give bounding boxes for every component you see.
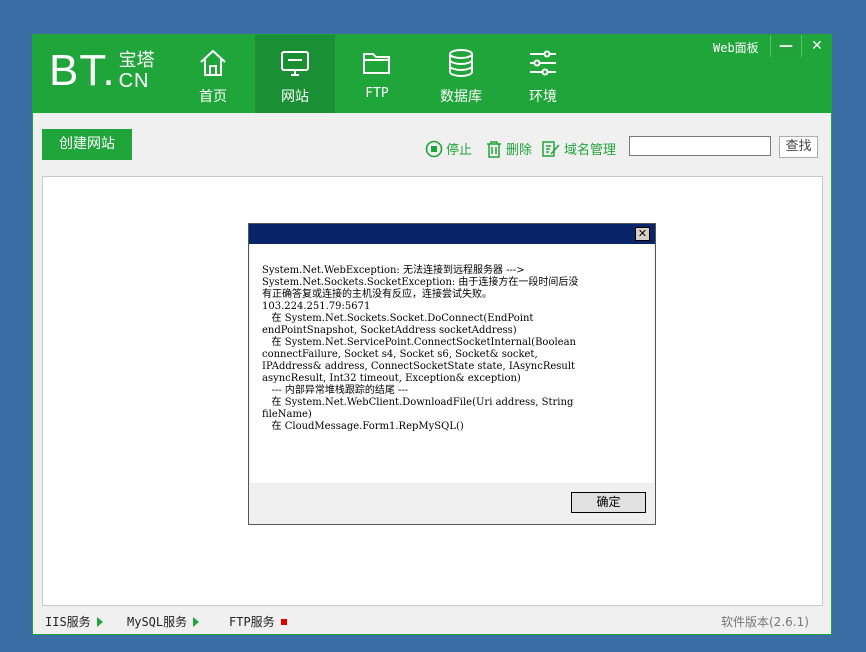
nav-website-label: 网站 (281, 89, 309, 105)
dialog-body: System.Net.WebException: 无法连接到远程服务器 --->… (250, 244, 654, 483)
nav-environment[interactable]: 环境 (503, 35, 583, 113)
stopped-icon (280, 618, 287, 625)
nav-database[interactable]: 数据库 (421, 35, 501, 113)
logo-cn-top: 宝塔 (118, 50, 155, 71)
ftp-service-status[interactable]: FTP服务 (229, 613, 287, 630)
close-button[interactable]: ✕ (801, 35, 832, 57)
stop-button[interactable]: 停止 (425, 139, 472, 158)
iis-service-status[interactable]: IIS服务 (45, 613, 103, 630)
software-version: 软件版本(2.6.1) (721, 615, 809, 629)
stop-icon (425, 140, 443, 157)
nav-ftp-label: FTP (365, 86, 389, 101)
dialog-close-button[interactable]: ✕ (635, 227, 650, 241)
nav-environment-label: 环境 (529, 89, 557, 105)
nav-home-label: 首页 (199, 89, 227, 105)
stop-label: 停止 (446, 143, 473, 158)
running-icon (96, 616, 103, 627)
bt-logo: BT. 宝塔 CN (49, 49, 155, 93)
create-site-button[interactable]: 创建网站 (42, 129, 132, 160)
nav-website[interactable]: 网站 (255, 35, 335, 113)
edit-document-icon (542, 140, 560, 157)
monitor-icon (281, 51, 309, 76)
ftp-service-label: FTP服务 (229, 615, 275, 629)
logo-bt-text: BT. (49, 46, 116, 95)
minimize-button[interactable]: — (770, 35, 801, 57)
domain-manage-button[interactable]: 域名管理 (541, 139, 616, 158)
web-panel-link[interactable]: Web面板 (713, 39, 759, 56)
iis-service-label: IIS服务 (45, 615, 91, 629)
delete-button[interactable]: 删除 (485, 139, 532, 158)
error-dialog: ✕ System.Net.WebException: 无法连接到远程服务器 --… (248, 223, 656, 525)
ok-button[interactable]: 确定 (571, 492, 646, 513)
domain-manage-label: 域名管理 (564, 143, 617, 158)
header-bar: BT. 宝塔 CN 首页 网站 FTP 数据库 环境 Web面板 — ✕ (33, 35, 831, 113)
mysql-service-label: MySQL服务 (127, 615, 188, 629)
dialog-title-bar: ✕ (249, 224, 655, 244)
logo-cn-bottom: CN (118, 70, 150, 92)
sliders-icon (530, 50, 556, 76)
delete-label: 删除 (506, 143, 533, 158)
folder-icon (363, 53, 390, 74)
nav-home[interactable]: 首页 (173, 35, 253, 113)
search-input[interactable] (629, 136, 771, 156)
error-message: System.Net.WebException: 无法连接到远程服务器 --->… (262, 265, 579, 432)
mysql-service-status[interactable]: MySQL服务 (127, 613, 200, 630)
nav-database-label: 数据库 (440, 89, 482, 105)
database-icon (449, 49, 473, 78)
trash-icon (487, 140, 501, 158)
home-icon (200, 49, 226, 76)
nav-ftp[interactable]: FTP (337, 35, 417, 113)
running-icon (193, 616, 200, 627)
search-button[interactable]: 查找 (779, 136, 818, 158)
